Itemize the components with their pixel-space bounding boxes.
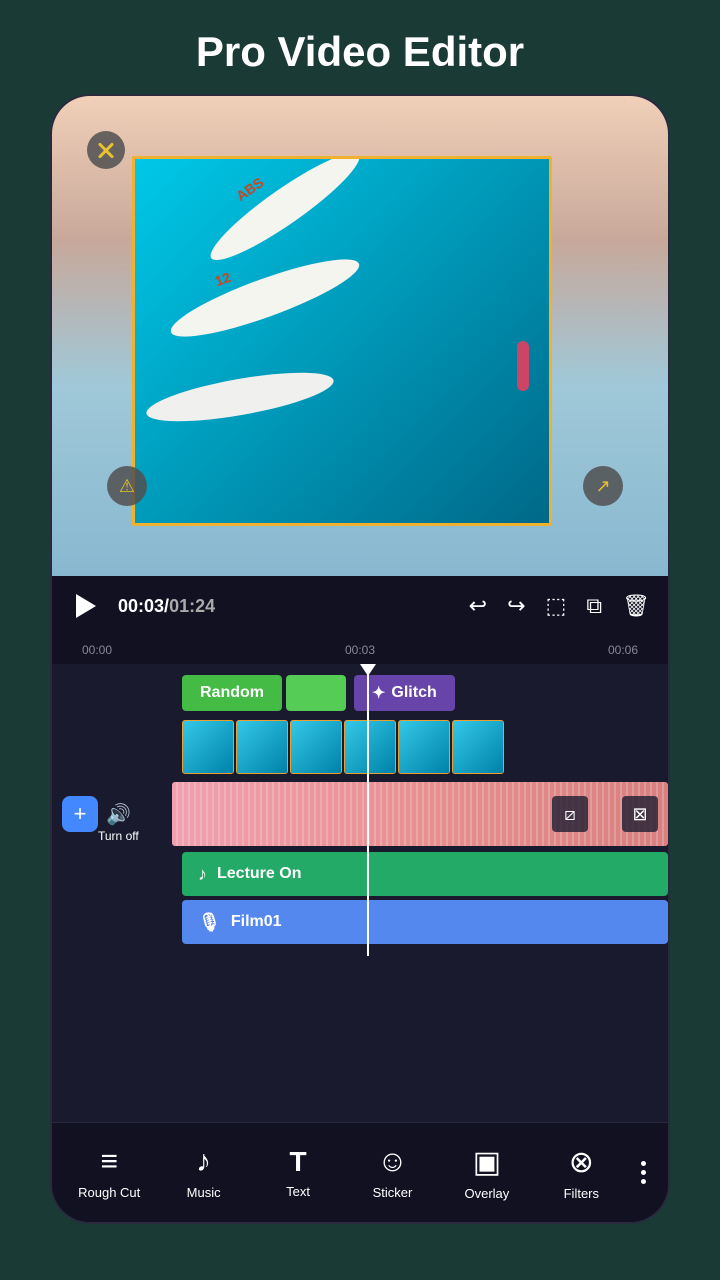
- play-button[interactable]: [70, 590, 102, 622]
- tool-music[interactable]: ♪ Music: [169, 1145, 239, 1200]
- board-text-1: ABS: [233, 174, 266, 204]
- video-clips-track: [52, 718, 668, 776]
- sticker-overlay[interactable]: ABS 12: [132, 156, 552, 526]
- play-icon: [76, 594, 96, 618]
- filters-label: Filters: [564, 1186, 599, 1201]
- music-clip[interactable]: ♪ Lecture On: [182, 852, 668, 896]
- phone-frame: ABS 12 ⚠ ↗ 00:03/01:24 ↩ ↪ ⬚ ⧉ 🗑: [50, 94, 670, 1224]
- rough-cut-label: Rough Cut: [78, 1185, 140, 1200]
- ruler-mark-2: 00:06: [608, 643, 638, 657]
- copy-button[interactable]: ⧉: [586, 593, 602, 619]
- tool-overlay[interactable]: ▣ Overlay: [452, 1145, 522, 1201]
- ruler-marks: 00:00 00:03 00:06: [62, 643, 658, 657]
- crop-button[interactable]: ⬚: [546, 593, 567, 619]
- undo-button[interactable]: ↩: [469, 593, 487, 619]
- more-dot-2: [641, 1170, 646, 1175]
- redo-button[interactable]: ↪: [507, 593, 525, 619]
- text-label: Text: [286, 1184, 310, 1199]
- delete-button[interactable]: 🗑: [622, 593, 650, 619]
- overlay-icon: ▣: [473, 1145, 501, 1180]
- ruler-mark-0: 00:00: [82, 643, 112, 657]
- playhead: [367, 664, 369, 956]
- random-effect[interactable]: Random: [182, 675, 282, 711]
- glitch-label: Glitch: [391, 684, 436, 702]
- voice-track: 🎙 Film01: [52, 900, 668, 944]
- tool-text[interactable]: T Text: [263, 1146, 333, 1199]
- add-track-button[interactable]: +: [62, 796, 98, 832]
- sticker-icon: ☺: [377, 1145, 408, 1179]
- surfboard-2: [165, 246, 366, 350]
- bottom-toolbar: ≡ Rough Cut ♪ Music T Text ☺ Sticker ▣ O…: [52, 1122, 668, 1222]
- video-clip-5[interactable]: [398, 720, 450, 774]
- volume-control[interactable]: 🔊 Turn off: [106, 802, 131, 827]
- main-audio-track-row: + 🔊 Turn off ⧄ ⊠: [52, 780, 668, 848]
- tool-sticker[interactable]: ☺ Sticker: [357, 1145, 427, 1200]
- video-clips-container: [182, 720, 504, 774]
- filters-icon: ⊗: [569, 1145, 594, 1180]
- video-clip-3[interactable]: [290, 720, 342, 774]
- music-label: Music: [187, 1185, 221, 1200]
- close-sticker-button[interactable]: [87, 131, 125, 169]
- app-title: Pro Video Editor: [0, 0, 720, 94]
- resize-handle[interactable]: ↗: [583, 466, 623, 506]
- controls-bar: 00:03/01:24 ↩ ↪ ⬚ ⧉ 🗑: [52, 576, 668, 636]
- ruler-mark-1: 00:03: [345, 643, 375, 657]
- audio-clip-track: ⧄ ⊠: [172, 782, 668, 846]
- audio-clip-bg[interactable]: ⧄ ⊠: [172, 782, 668, 846]
- voice-clip[interactable]: 🎙 Film01: [182, 900, 668, 944]
- overlay-label: Overlay: [464, 1186, 509, 1201]
- total-time: 01:24: [169, 596, 215, 616]
- tool-rough-cut[interactable]: ≡ Rough Cut: [74, 1145, 144, 1200]
- effect-track: Random ✦ Glitch: [52, 672, 668, 714]
- audio-split-icon[interactable]: ⊠: [622, 796, 658, 832]
- audio-mute-icon[interactable]: ⧄: [552, 796, 588, 832]
- sticker-label: Sticker: [373, 1185, 413, 1200]
- voice-clip-label: Film01: [231, 913, 282, 931]
- surfboard-1: [201, 156, 369, 272]
- music-note-icon: ♪: [198, 864, 207, 885]
- music-clip-label: Lecture On: [217, 865, 301, 883]
- move-handle[interactable]: ⚠: [107, 466, 147, 506]
- tracks-container: Random ✦ Glitch: [52, 664, 668, 956]
- video-clip-1[interactable]: [182, 720, 234, 774]
- playhead-indicator: [360, 664, 376, 676]
- turn-off-label: Turn off: [98, 829, 139, 843]
- mic-icon: 🎙: [198, 912, 221, 933]
- glitch-effect[interactable]: ✦ Glitch: [354, 675, 455, 711]
- glitch-sparkle-icon: ✦: [372, 683, 385, 703]
- more-dot-3: [641, 1179, 646, 1184]
- video-clip-2[interactable]: [236, 720, 288, 774]
- rough-cut-icon: ≡: [100, 1145, 118, 1179]
- time-display: 00:03/01:24: [118, 596, 453, 617]
- current-time: 00:03: [118, 596, 164, 616]
- video-clip-6[interactable]: [452, 720, 504, 774]
- time-ruler: 00:00 00:03 00:06: [52, 636, 668, 664]
- more-dot-1: [641, 1161, 646, 1166]
- music-icon: ♪: [196, 1145, 211, 1179]
- surf-boards-content: ABS 12: [135, 159, 549, 523]
- video-preview: ABS 12 ⚠ ↗: [52, 96, 668, 576]
- track-controls: + 🔊 Turn off: [52, 796, 172, 832]
- more-options-button[interactable]: [641, 1161, 646, 1184]
- surfboard-3: [143, 363, 336, 431]
- effect-extension: [286, 675, 346, 711]
- audio-waveform: [172, 782, 668, 846]
- tool-filters[interactable]: ⊗ Filters: [546, 1145, 616, 1201]
- board-text-2: 12: [213, 269, 233, 289]
- music-track: ♪ Lecture On: [52, 852, 668, 896]
- swimmer-figure: [517, 341, 529, 391]
- timeline-section: 00:00 00:03 00:06 Random ✦ Glitch: [52, 636, 668, 1122]
- control-icons: ↩ ↪ ⬚ ⧉ 🗑: [469, 593, 650, 619]
- text-icon: T: [289, 1146, 306, 1178]
- video-clip-4[interactable]: [344, 720, 396, 774]
